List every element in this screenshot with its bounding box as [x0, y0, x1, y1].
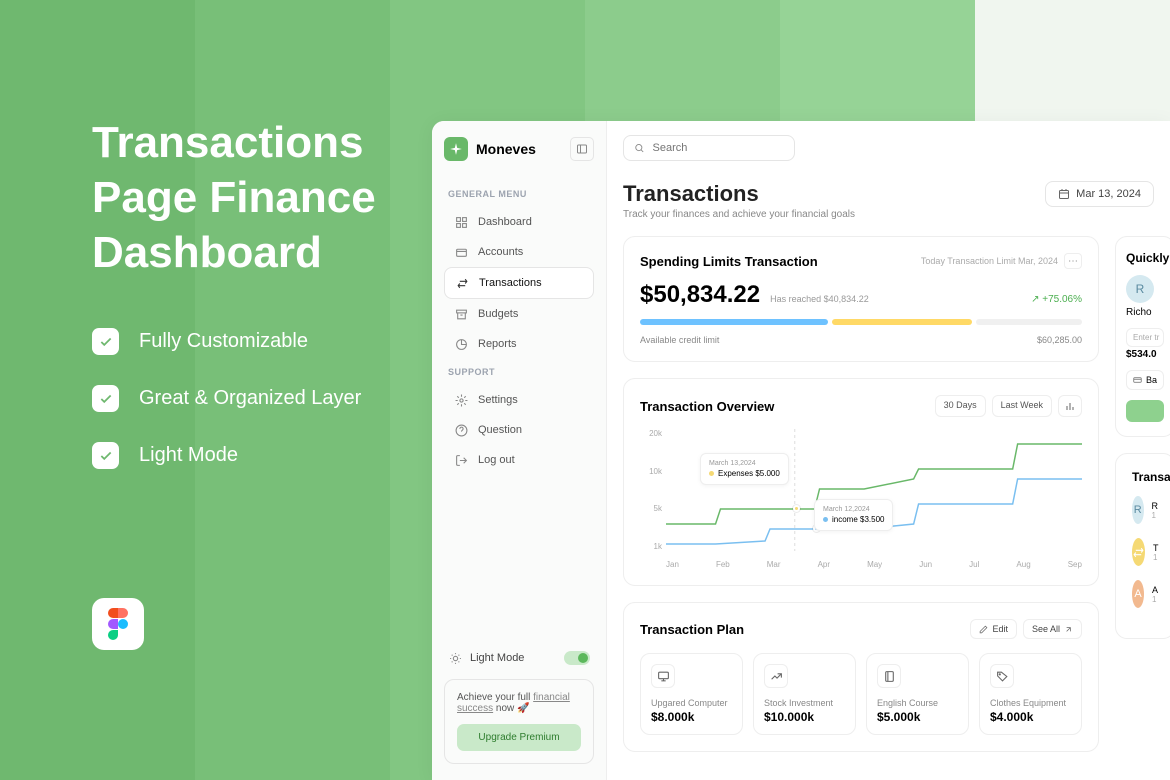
main-content: Transactions Track your finances and ach… [607, 121, 1170, 780]
side-list-title: Transac [1132, 470, 1158, 484]
sidebar-item-settings[interactable]: Settings [444, 385, 594, 415]
arrow-icon [1064, 625, 1073, 634]
overview-title: Transaction Overview [640, 399, 774, 414]
sidebar: Moneves GENERAL MENU Dashboard Accounts … [432, 121, 607, 780]
menu-section-support: SUPPORT [448, 367, 590, 377]
feature-item: Great & Organized Layer [92, 385, 412, 412]
check-icon [92, 385, 119, 412]
tag-icon [990, 664, 1014, 688]
theme-toggle[interactable] [564, 651, 590, 665]
upgrade-card: Achieve your full financial success now … [444, 679, 594, 764]
grid-icon [454, 215, 468, 229]
promo-title: Transactions Page Finance Dashboard [92, 115, 412, 280]
chart-marker-expenses [793, 505, 800, 512]
avatar: A [1132, 580, 1144, 608]
check-icon [92, 328, 119, 355]
logout-icon [454, 453, 468, 467]
list-item[interactable]: T1 [1132, 538, 1158, 566]
filter-30days-button[interactable]: 30 Days [935, 395, 986, 417]
feature-item: Fully Customizable [92, 328, 412, 355]
list-item[interactable]: A A1 [1132, 580, 1158, 608]
promo-panel: Transactions Page Finance Dashboard Full… [92, 115, 412, 469]
brand-logo-icon [444, 137, 468, 161]
page-title: Transactions [623, 181, 855, 207]
avatar: R [1132, 496, 1144, 524]
monitor-icon [651, 664, 675, 688]
chart-icon [454, 337, 468, 351]
plan-item[interactable]: English Course $5.000k [866, 653, 969, 735]
calendar-icon [1058, 188, 1070, 200]
overview-card: Transaction Overview 30 Days Last Week 2… [623, 378, 1099, 586]
sidebar-item-question[interactable]: Question [444, 415, 594, 445]
date-filter-button[interactable]: Mar 13, 2024 [1045, 181, 1154, 207]
more-button[interactable]: ⋯ [1064, 253, 1082, 269]
theme-toggle-row: Light Mode [444, 651, 594, 665]
wallet-icon [454, 245, 468, 259]
filter-lastweek-button[interactable]: Last Week [992, 395, 1052, 417]
list-item[interactable]: R R1 [1132, 496, 1158, 524]
sidebar-item-reports[interactable]: Reports [444, 329, 594, 359]
amount-input[interactable]: Enter tr [1126, 328, 1164, 347]
swap-icon [455, 276, 469, 290]
upgrade-button[interactable]: Upgrade Premium [457, 724, 581, 751]
search-input-wrap[interactable] [623, 135, 795, 161]
pencil-icon [979, 625, 988, 634]
quick-transfer-card: Quickly R Richo Enter tr $534.0 Ba [1115, 236, 1170, 437]
plan-item[interactable]: Clothes Equipment $4.000k [979, 653, 1082, 735]
search-input[interactable] [653, 142, 784, 154]
available-label: Available credit limit [640, 335, 719, 345]
spending-amount: $50,834.22 [640, 281, 760, 309]
payment-method[interactable]: Ba [1126, 370, 1164, 390]
spending-percent: ↗ +75.06% [1031, 294, 1082, 305]
question-icon [454, 423, 468, 437]
send-button[interactable] [1126, 400, 1164, 422]
sidebar-item-transactions[interactable]: Transactions [444, 267, 594, 299]
sun-icon [448, 651, 462, 665]
feature-item: Light Mode [92, 442, 412, 469]
check-icon [92, 442, 119, 469]
plan-item[interactable]: Stock Investment $10.000k [753, 653, 856, 735]
edit-button[interactable]: Edit [970, 619, 1017, 639]
avatar[interactable]: R [1126, 275, 1154, 303]
search-icon [634, 142, 645, 154]
plan-title: Transaction Plan [640, 622, 744, 637]
see-all-button[interactable]: See All [1023, 619, 1082, 639]
sidebar-item-logout[interactable]: Log out [444, 445, 594, 475]
menu-section-general: GENERAL MENU [448, 189, 590, 199]
sidebar-item-budgets[interactable]: Budgets [444, 299, 594, 329]
chart-tooltip: March 12,2024 income $3.500 [814, 499, 893, 531]
figma-icon [92, 598, 144, 650]
quick-title: Quickly [1126, 251, 1164, 265]
spending-reached: Has reached $40,834.22 [770, 294, 869, 304]
plan-card: Transaction Plan Edit See All [623, 602, 1099, 752]
spending-title: Spending Limits Transaction [640, 254, 818, 269]
chart-tooltip: March 13,2024 Expenses $5.000 [700, 453, 789, 485]
amount-value: $534.0 [1126, 349, 1164, 360]
transactions-list-card: Transac R R1 T1 A A1 [1115, 453, 1170, 639]
contact-name: Richo [1126, 307, 1164, 318]
app-window: Moneves GENERAL MENU Dashboard Accounts … [432, 121, 1170, 780]
sidebar-item-accounts[interactable]: Accounts [444, 237, 594, 267]
collapse-sidebar-button[interactable] [570, 137, 594, 161]
progress-bar [640, 319, 1082, 325]
plan-item[interactable]: Upgared Computer $8.000k [640, 653, 743, 735]
available-value: $60,285.00 [1037, 335, 1082, 345]
line-chart: 20k 10k 5k 1k [640, 429, 1082, 569]
theme-label: Light Mode [470, 652, 524, 664]
brand-name: Moneves [476, 141, 536, 157]
swap-icon [1132, 538, 1145, 566]
archive-icon [454, 307, 468, 321]
trend-icon [764, 664, 788, 688]
book-icon [877, 664, 901, 688]
spending-card: Spending Limits Transaction Today Transa… [623, 236, 1099, 362]
gear-icon [454, 393, 468, 407]
chart-type-button[interactable] [1058, 395, 1082, 417]
sidebar-item-dashboard[interactable]: Dashboard [444, 207, 594, 237]
brand: Moneves [444, 137, 594, 161]
page-subtitle: Track your finances and achieve your fin… [623, 209, 855, 220]
card-icon [1133, 375, 1142, 385]
